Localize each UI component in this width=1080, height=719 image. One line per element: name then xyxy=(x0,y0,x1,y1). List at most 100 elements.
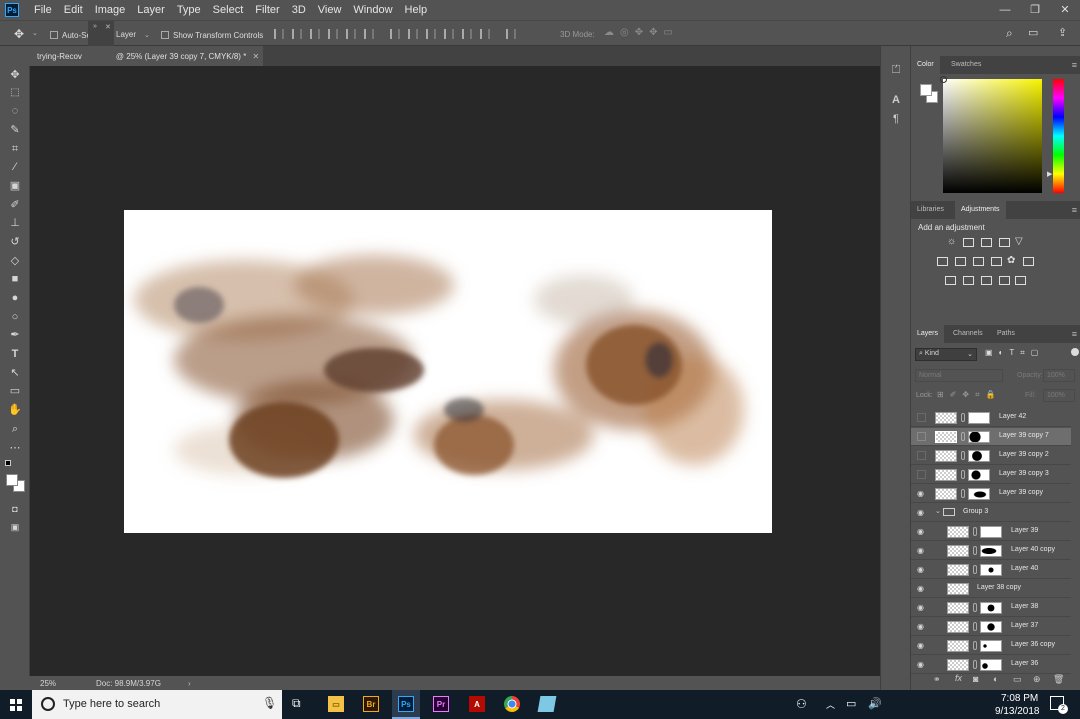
align-bottom-icon[interactable] xyxy=(310,29,320,39)
move-tool-icon[interactable]: ✥ xyxy=(8,68,22,82)
visibility-toggle[interactable] xyxy=(917,432,926,441)
character-icon[interactable]: A xyxy=(889,94,903,108)
layer-row[interactable]: ◉ Layer 36 copy xyxy=(911,637,1071,655)
workspace-icon[interactable]: ▭ xyxy=(1028,26,1038,39)
menu-help[interactable]: Help xyxy=(399,0,434,20)
black-white-icon[interactable] xyxy=(973,257,984,266)
layer-filter-dropdown[interactable]: ⌕ Kind ⌄ xyxy=(915,348,977,361)
chrome-app-icon[interactable] xyxy=(504,696,520,712)
menu-view[interactable]: View xyxy=(312,0,348,20)
layer-row[interactable]: Layer 39 copy 7 xyxy=(911,428,1071,446)
eye-icon[interactable]: ◉ xyxy=(917,603,926,612)
new-layer-icon[interactable]: ⊕ xyxy=(1033,674,1041,685)
more-tools-icon[interactable]: ⋯ xyxy=(8,441,22,455)
panel-menu-icon[interactable]: ≡ xyxy=(1072,329,1077,339)
brightness-icon[interactable]: ☼ xyxy=(947,236,956,247)
align-right-icon[interactable] xyxy=(364,29,374,39)
zoom-level[interactable]: 25% xyxy=(40,679,56,688)
minimize-button[interactable]: — xyxy=(990,0,1020,20)
photo-filter-icon[interactable] xyxy=(991,257,1002,266)
notes-app-icon[interactable] xyxy=(537,696,557,712)
healing-brush-tool-icon[interactable]: ▣ xyxy=(8,179,22,193)
premiere-app-icon[interactable]: Pr xyxy=(433,696,449,712)
invert-icon[interactable] xyxy=(945,276,956,285)
visibility-toggle[interactable] xyxy=(917,451,926,460)
distribute-right-icon[interactable] xyxy=(480,29,490,39)
chevron-down-icon[interactable]: ⌄ xyxy=(32,29,38,37)
hue-slider[interactable] xyxy=(1053,79,1064,193)
trash-icon[interactable]: 🗑 xyxy=(1053,674,1064,685)
document-tab[interactable]: trying-Recov @ 25% (Layer 39 copy 7, CMYK… xyxy=(30,46,263,66)
align-vcenter-icon[interactable] xyxy=(292,29,302,39)
eye-icon[interactable]: ◉ xyxy=(917,622,926,631)
eye-icon[interactable]: ◉ xyxy=(917,546,926,555)
blend-mode-dropdown[interactable]: Normal xyxy=(915,369,1003,382)
visibility-toggle[interactable] xyxy=(917,470,926,479)
history-brush-tool-icon[interactable]: ↺ xyxy=(8,235,22,249)
layer-row[interactable]: ◉ Layer 40 copy xyxy=(911,542,1071,560)
menu-window[interactable]: Window xyxy=(347,0,398,20)
floating-panel-tab[interactable]: » ✕ xyxy=(88,21,114,47)
vibrance-icon[interactable]: ▽ xyxy=(1015,236,1023,247)
eraser-tool-icon[interactable]: ◇ xyxy=(8,254,22,268)
add-mask-icon[interactable]: ◙ xyxy=(973,674,978,684)
menu-layer[interactable]: Layer xyxy=(131,0,171,20)
distribute-bottom-icon[interactable] xyxy=(426,29,436,39)
layer-row[interactable]: ◉ Layer 39 copy xyxy=(911,485,1071,503)
type-tool-icon[interactable]: T xyxy=(8,347,22,361)
canvas-area[interactable] xyxy=(30,66,880,676)
eye-icon[interactable]: ◉ xyxy=(917,527,926,536)
color-picker-field[interactable] xyxy=(940,76,1042,193)
quick-select-tool-icon[interactable]: ✎ xyxy=(8,123,22,137)
auto-align-icon[interactable] xyxy=(506,29,516,39)
screen-mode-icon[interactable]: ▣ xyxy=(8,520,22,534)
align-top-icon[interactable] xyxy=(274,29,284,39)
eye-icon[interactable]: ◉ xyxy=(917,641,926,650)
color-balance-icon[interactable] xyxy=(955,257,966,266)
hue-slider-handle[interactable]: ▶ xyxy=(1047,170,1052,178)
lock-icons[interactable]: ⊞✐✥⌗🔒 xyxy=(937,390,1002,400)
chevron-right-icon[interactable]: › xyxy=(188,679,191,688)
tab-adjustments[interactable]: Adjustments xyxy=(955,201,1006,219)
close-tab-icon[interactable]: ✕ xyxy=(253,52,260,61)
menu-filter[interactable]: Filter xyxy=(249,0,285,20)
auto-select-target-dropdown[interactable]: Layer ⌄ xyxy=(116,28,150,40)
menu-edit[interactable]: Edit xyxy=(58,0,89,20)
link-layers-icon[interactable]: ⚭ xyxy=(933,674,941,685)
exposure-icon[interactable] xyxy=(999,238,1010,247)
foreground-color-swatch[interactable] xyxy=(6,474,18,486)
clock-date[interactable]: 9/13/2018 xyxy=(995,706,1040,717)
blur-tool-icon[interactable]: ● xyxy=(8,291,22,305)
chevron-up-icon[interactable]: ︿ xyxy=(826,698,835,711)
layer-row[interactable]: Layer 42 xyxy=(911,409,1071,427)
rectangle-tool-icon[interactable]: ▭ xyxy=(8,384,22,398)
photoshop-app-icon[interactable]: Ps xyxy=(398,696,414,712)
foreground-color-swatch[interactable] xyxy=(920,84,932,96)
levels-icon[interactable] xyxy=(963,238,974,247)
layer-row[interactable]: Layer 39 copy 2 xyxy=(911,447,1071,465)
menu-image[interactable]: Image xyxy=(89,0,132,20)
adjustment-layer-icon[interactable]: ◐ xyxy=(993,674,998,684)
gradient-tool-icon[interactable]: ■ xyxy=(8,272,22,286)
layer-group-row[interactable]: ◉ ⌄ Group 3 xyxy=(911,504,1071,522)
search-icon[interactable]: ⌕ xyxy=(1006,26,1013,41)
tab-paths[interactable]: Paths xyxy=(991,325,1021,343)
menu-select[interactable]: Select xyxy=(207,0,250,20)
paragraph-icon[interactable]: ¶ xyxy=(889,113,903,127)
panel-menu-icon[interactable]: ≡ xyxy=(1072,60,1077,70)
eye-icon[interactable]: ◉ xyxy=(917,508,926,517)
quick-mask-icon[interactable]: ◘ xyxy=(8,502,22,516)
eye-icon[interactable]: ◉ xyxy=(917,584,926,593)
curves-icon[interactable] xyxy=(981,238,992,247)
brush-tool-icon[interactable]: ✐ xyxy=(8,198,22,212)
fill-field[interactable]: 100% xyxy=(1043,389,1075,402)
visibility-toggle[interactable] xyxy=(917,413,926,422)
chevron-down-icon[interactable]: ⌄ xyxy=(935,507,941,515)
share-icon[interactable]: ⇪ xyxy=(1058,26,1067,39)
align-left-icon[interactable] xyxy=(328,29,338,39)
document-canvas[interactable] xyxy=(124,210,772,533)
menu-type[interactable]: Type xyxy=(171,0,207,20)
distribute-left-icon[interactable] xyxy=(444,29,454,39)
crop-tool-icon[interactable]: ⌗ xyxy=(8,142,22,156)
align-hcenter-icon[interactable] xyxy=(346,29,356,39)
